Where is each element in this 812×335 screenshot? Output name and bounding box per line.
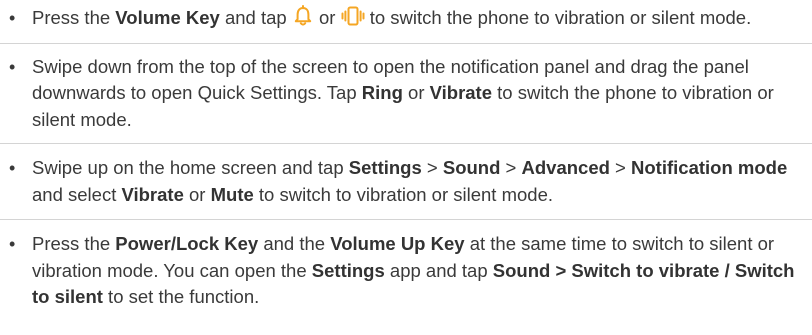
item-bold-text: Notification mode [631, 157, 788, 178]
list-item: • Swipe down from the top of the screen … [0, 42, 812, 144]
item-text: app and tap [384, 259, 493, 281]
item-text: or [402, 82, 430, 103]
item-text: and tap [219, 7, 292, 28]
bullet: • [9, 8, 16, 28]
bullet: • [9, 234, 16, 254]
item-bold-text: Power/Lock Key [115, 233, 259, 254]
item-bold-text: Sound [442, 157, 501, 178]
item-text: and select [32, 183, 122, 205]
item-text: or [313, 7, 341, 28]
item-text: > [609, 157, 632, 178]
item-text: Press the [32, 7, 116, 28]
item-text: to set the function. [102, 286, 260, 307]
item-bold-text: Volume Up Key [330, 233, 465, 254]
item-bold-text: Ring [361, 82, 403, 103]
vibrate-icon [341, 5, 365, 27]
item-bold-text: Advanced [521, 157, 610, 178]
bullet: • [9, 56, 16, 77]
list-item: • Press the Volume Key and tap or to swi… [0, 0, 812, 43]
item-bold-text: Mute [210, 183, 254, 205]
item-text: > [500, 157, 522, 178]
item-text: and the [258, 233, 331, 254]
item-bold-text: Settings [348, 157, 422, 178]
item-bold-text: Settings [311, 259, 385, 281]
bell-icon [292, 5, 314, 27]
item-text: to switch to vibration or silent mode. [253, 183, 553, 205]
list-item: • Swipe up on the home screen and tap Se… [0, 143, 812, 219]
item-text: to switch the phone to vibration or sile… [364, 7, 752, 28]
item-bold-text: Vibrate [429, 82, 493, 103]
list-item: • Press the Power/Lock Key and the Volum… [0, 219, 812, 319]
item-text: Swipe up on the home screen and tap [32, 157, 349, 178]
item-text: Press the [32, 233, 116, 254]
instruction-list: • Press the Volume Key and tap or to swi… [0, 0, 812, 319]
item-text: or [183, 183, 211, 205]
item-text: > [421, 157, 443, 178]
bullet: • [9, 158, 16, 178]
item-bold-text: Vibrate [121, 183, 184, 205]
item-bold-text: Volume Key [115, 7, 220, 28]
